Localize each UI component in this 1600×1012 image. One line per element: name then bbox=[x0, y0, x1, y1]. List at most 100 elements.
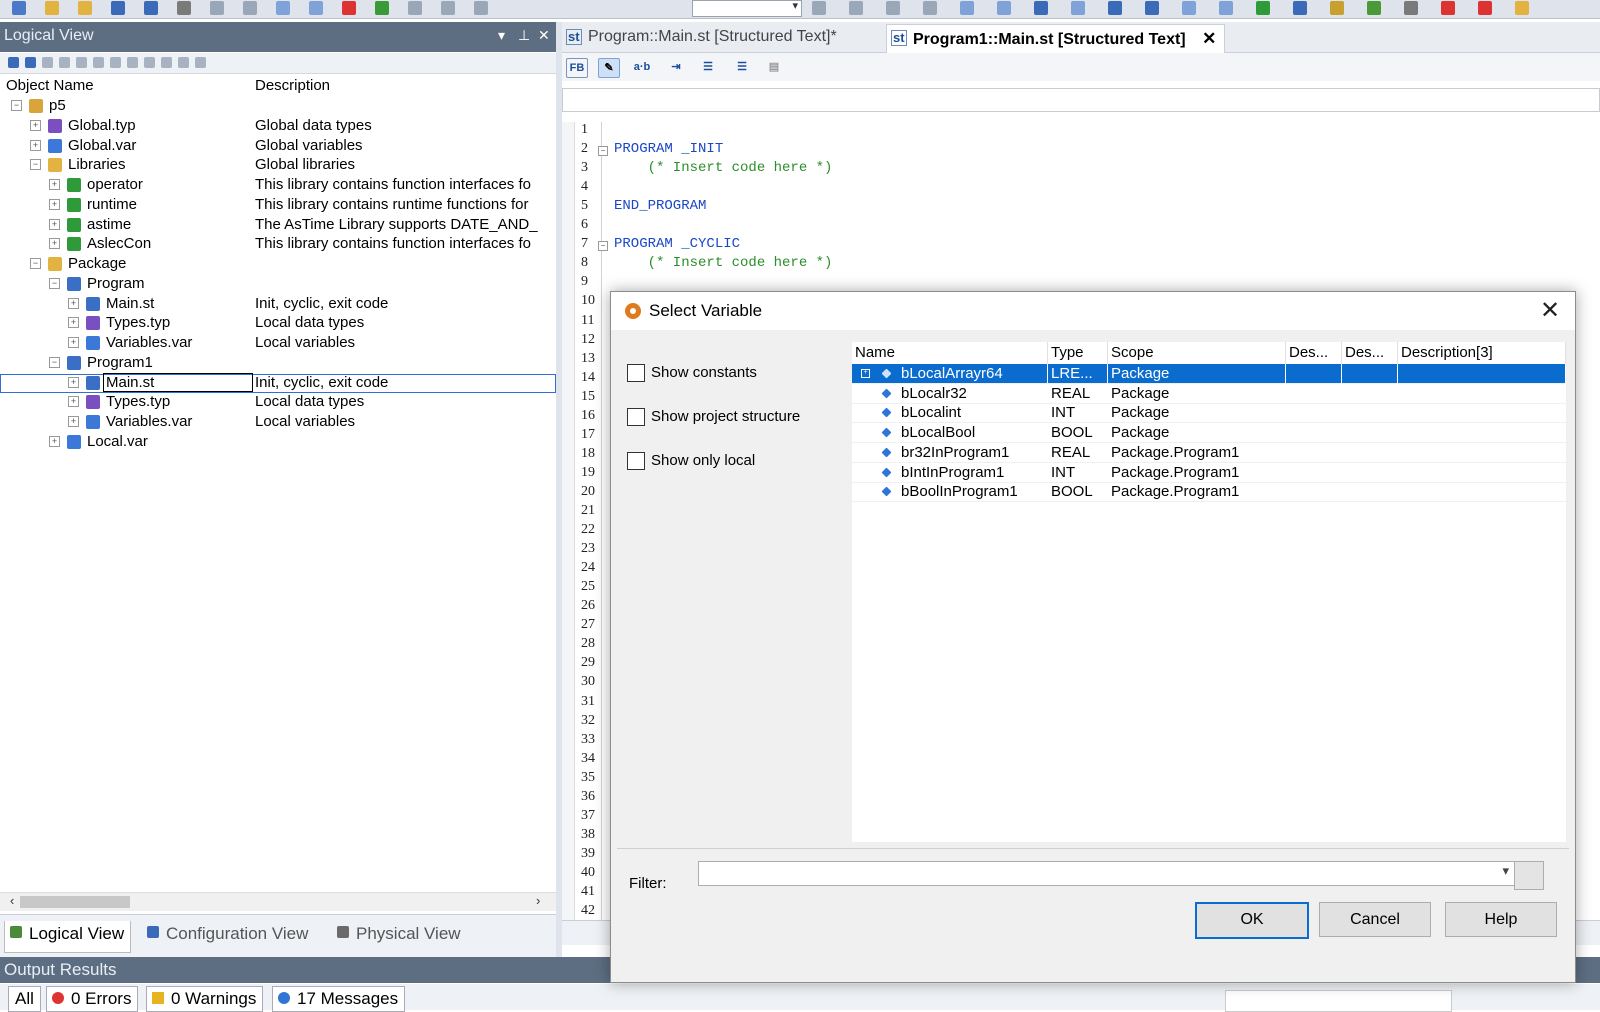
expand-toggle-icon[interactable]: − bbox=[11, 100, 22, 111]
tree-item[interactable]: + Types.typ Local data types bbox=[0, 314, 556, 333]
toolbar-icon[interactable] bbox=[812, 1, 826, 15]
tree-item[interactable]: + Global.var Global variables bbox=[0, 137, 556, 156]
toolbar-icon[interactable] bbox=[1404, 1, 1418, 15]
tree-item[interactable]: + runtime This library contains runtime fu… bbox=[0, 196, 556, 215]
expand-toggle-icon[interactable]: + bbox=[68, 317, 79, 329]
toolbar-icon[interactable] bbox=[111, 1, 125, 15]
horizontal-scrollbar[interactable]: ‹ › bbox=[0, 892, 556, 911]
toolbar-icon[interactable] bbox=[177, 1, 191, 15]
expand-toggle-icon[interactable]: − bbox=[30, 159, 41, 171]
insert-variable-button[interactable]: a·b bbox=[632, 58, 652, 76]
column-object-name[interactable]: Object Name bbox=[6, 77, 94, 94]
dropdown-icon[interactable]: ▾ bbox=[498, 27, 505, 44]
errors-button[interactable]: 0 Errors bbox=[46, 986, 139, 1012]
fold-toggle-icon[interactable]: − bbox=[598, 241, 608, 252]
close-icon[interactable]: ✕ bbox=[538, 27, 550, 44]
variable-row[interactable]: bLocalBool BOOL Package bbox=[852, 423, 1566, 444]
toolbar-icon[interactable] bbox=[997, 1, 1011, 15]
toolbar-icon[interactable] bbox=[1145, 1, 1159, 15]
expand-toggle-icon[interactable]: + bbox=[30, 139, 41, 151]
expand-toggle-icon[interactable]: + bbox=[49, 238, 60, 250]
editor-search-field[interactable] bbox=[562, 88, 1600, 112]
toolbar-icon[interactable] bbox=[1330, 1, 1344, 15]
toolbar-icon[interactable] bbox=[1293, 1, 1307, 15]
tab-program1-main[interactable]: st Program1::Main.st [Structured Text] ✕ bbox=[886, 24, 1226, 56]
pin-icon[interactable]: ⊥ bbox=[518, 27, 530, 44]
toolbar-icon[interactable] bbox=[1256, 1, 1270, 15]
variable-row[interactable]: bLocalr32 REAL Package bbox=[852, 384, 1566, 404]
chevron-down-icon[interactable]: ▾ bbox=[1502, 863, 1509, 879]
output-search-input[interactable] bbox=[1225, 990, 1452, 1012]
tree-toolbar-icon[interactable] bbox=[25, 57, 36, 68]
tree-item[interactable]: − Package bbox=[0, 255, 556, 274]
tree-item[interactable]: − Program bbox=[0, 275, 556, 294]
toolbar-icon[interactable] bbox=[1515, 1, 1529, 15]
fold-toggle-icon[interactable]: − bbox=[598, 146, 608, 157]
toolbar-icon[interactable] bbox=[342, 1, 356, 15]
toolbar-icon[interactable] bbox=[886, 1, 900, 15]
tab-program-main[interactable]: st Program::Main.st [Structured Text]* bbox=[562, 24, 845, 55]
close-icon[interactable]: ✕ bbox=[1533, 294, 1567, 328]
expand-toggle-icon[interactable]: + bbox=[68, 337, 79, 348]
toolbar-icon[interactable] bbox=[12, 1, 26, 15]
tree-item[interactable]: + Types.typ Local data types bbox=[0, 393, 556, 412]
tree-item[interactable]: + Main.st Init, cyclic, exit code bbox=[0, 372, 556, 393]
tree-toolbar-icon[interactable] bbox=[93, 57, 104, 68]
tree-item[interactable]: + astime The AsTime Library supports DATE_… bbox=[0, 216, 556, 235]
expand-toggle-icon[interactable]: + bbox=[49, 198, 60, 210]
expand-toggle-icon[interactable]: − bbox=[49, 356, 60, 368]
tree-toolbar-icon[interactable] bbox=[59, 57, 70, 68]
toolbar-icon[interactable] bbox=[210, 1, 224, 15]
tree-item[interactable]: + Variables.var Local variables bbox=[0, 334, 556, 353]
toolbar-icon[interactable] bbox=[276, 1, 290, 15]
toolbar-icon[interactable] bbox=[1108, 1, 1122, 15]
indent-icon[interactable]: ☰ bbox=[698, 58, 718, 76]
column-description-1[interactable]: Des... bbox=[1286, 342, 1342, 364]
wrap-icon[interactable]: ⇥ bbox=[666, 58, 686, 76]
ok-button[interactable]: OK bbox=[1195, 902, 1309, 939]
tree-item[interactable]: + Main.st Init, cyclic, exit code bbox=[0, 295, 556, 314]
scroll-left-icon[interactable]: ‹ bbox=[10, 893, 14, 908]
filter-combobox[interactable]: ▾ bbox=[698, 861, 1516, 886]
toolbar-icon[interactable] bbox=[849, 1, 863, 15]
toolbar-icon[interactable] bbox=[309, 1, 323, 15]
help-button[interactable]: Help bbox=[1445, 902, 1557, 937]
tree-toolbar-icon[interactable] bbox=[76, 57, 87, 68]
expand-toggle-icon[interactable]: + bbox=[861, 369, 870, 378]
tree-toolbar-icon[interactable] bbox=[8, 57, 19, 68]
expand-toggle-icon[interactable]: + bbox=[68, 416, 79, 427]
toolbar-icon[interactable] bbox=[923, 1, 937, 15]
toolbar-icon[interactable] bbox=[441, 1, 455, 15]
toolbar-icon[interactable] bbox=[1071, 1, 1085, 15]
tree-item[interactable]: + Variables.var Local variables bbox=[0, 413, 556, 432]
expand-toggle-icon[interactable]: − bbox=[49, 277, 60, 289]
toolbar-icon[interactable] bbox=[144, 1, 158, 15]
tree-toolbar-icon[interactable] bbox=[127, 57, 138, 68]
show-constants-checkbox[interactable] bbox=[627, 364, 645, 382]
toolbar-icon[interactable] bbox=[1367, 1, 1381, 15]
toolbar-icon[interactable] bbox=[1219, 1, 1233, 15]
column-name[interactable]: Name bbox=[852, 342, 1048, 364]
tree-item[interactable]: + AslecCon This library contains function … bbox=[0, 235, 556, 254]
show-only-local-checkbox[interactable] bbox=[627, 452, 645, 470]
expand-toggle-icon[interactable]: + bbox=[49, 179, 60, 190]
expand-toggle-icon[interactable]: − bbox=[30, 258, 41, 269]
expand-toggle-icon[interactable]: + bbox=[30, 119, 41, 131]
tree-item[interactable]: − p5 bbox=[0, 97, 556, 116]
toolbar-icon[interactable] bbox=[1182, 1, 1196, 15]
autocomplete-button[interactable]: ✎ bbox=[598, 58, 620, 78]
tree-toolbar-icon[interactable] bbox=[42, 57, 53, 68]
toolbar-icon[interactable] bbox=[960, 1, 974, 15]
toolbar-combobox[interactable] bbox=[692, 0, 802, 17]
toolbar-icon[interactable] bbox=[1441, 1, 1455, 15]
tree-toolbar-icon[interactable] bbox=[110, 57, 121, 68]
column-scope[interactable]: Scope bbox=[1108, 342, 1286, 364]
toolbar-icon[interactable] bbox=[45, 1, 59, 15]
outdent-icon[interactable]: ☰ bbox=[732, 58, 752, 76]
toolbar-icon[interactable] bbox=[78, 1, 92, 15]
expand-toggle-icon[interactable]: + bbox=[68, 376, 79, 388]
variable-row[interactable]: bIntInProgram1 INT Package.Program1 bbox=[852, 463, 1566, 483]
tab-logical-view[interactable]: Logical View bbox=[4, 921, 132, 953]
tree-toolbar-icon[interactable] bbox=[195, 57, 206, 68]
comment-icon[interactable]: ▤ bbox=[764, 58, 784, 76]
